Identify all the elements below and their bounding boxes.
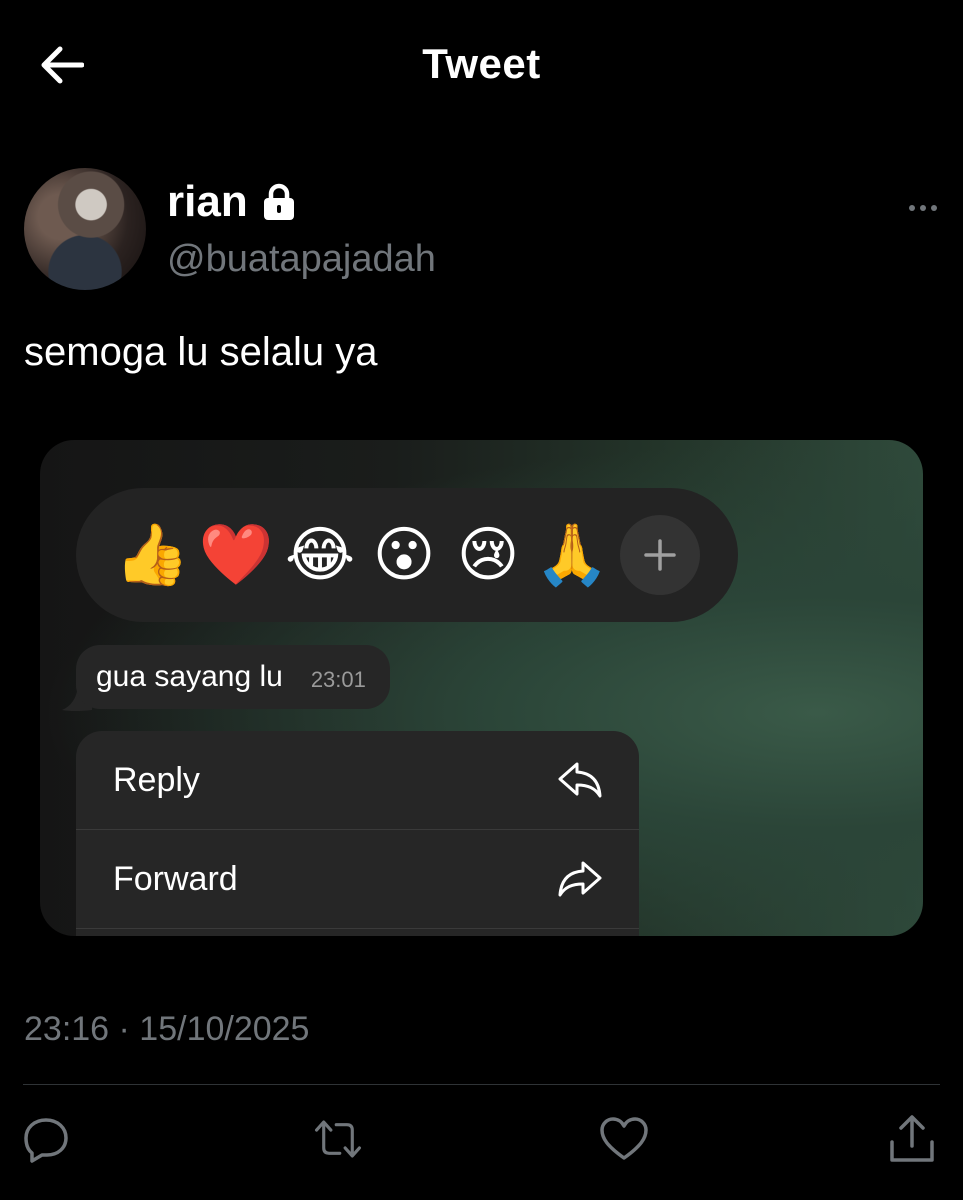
menu-item-label: Reply — [113, 760, 200, 799]
avatar[interactable] — [24, 168, 146, 290]
retweet-icon — [315, 1120, 361, 1158]
reaction-bar: 👍 ❤️ 😂 😮 😢 🙏 — [76, 488, 738, 622]
menu-item-reply[interactable]: Reply — [76, 731, 639, 829]
author-handle[interactable]: @buatapajadah — [167, 238, 436, 281]
author-name-row: rian — [167, 176, 296, 228]
tweet-text: semoga lu selalu ya — [24, 330, 378, 374]
menu-item-label: Forward — [113, 859, 238, 898]
message-bubble[interactable]: gua sayang lu 23:01 — [76, 645, 390, 709]
message-time: 23:01 — [310, 667, 366, 692]
more-horizontal-icon — [909, 205, 915, 211]
context-menu: Reply Forward — [76, 731, 639, 936]
comment-icon — [24, 1118, 68, 1163]
message-text: gua sayang lu — [96, 660, 283, 693]
reaction-surprised[interactable]: 😮 — [362, 513, 446, 597]
reaction-thumbs-up[interactable]: 👍 — [110, 513, 194, 597]
share-icon — [890, 1115, 934, 1162]
menu-item-forward[interactable]: Forward — [76, 830, 639, 928]
reaction-sad[interactable]: 😢 — [446, 513, 530, 597]
retweet-button[interactable] — [313, 1114, 363, 1164]
more-options-button[interactable] — [903, 196, 943, 220]
reaction-laugh[interactable]: 😂 — [278, 513, 362, 597]
menu-divider — [76, 928, 639, 929]
lock-icon — [263, 183, 294, 220]
tweet-timestamp[interactable]: 23:16 · 15/10/2025 — [24, 1010, 309, 1049]
add-reaction-button[interactable] — [620, 515, 700, 595]
heart-icon — [600, 1117, 648, 1160]
reaction-pray[interactable]: 🙏 — [530, 513, 614, 597]
reply-button[interactable] — [21, 1114, 71, 1164]
divider — [23, 1084, 940, 1085]
like-button[interactable] — [599, 1114, 649, 1164]
reaction-heart[interactable]: ❤️ — [194, 513, 278, 597]
author-name[interactable]: rian — [167, 177, 248, 227]
reply-icon — [558, 762, 602, 798]
share-button[interactable] — [887, 1114, 937, 1164]
plus-icon — [644, 539, 676, 571]
forward-icon — [558, 861, 602, 897]
page-title: Tweet — [422, 40, 541, 87]
tweet-media-image[interactable]: 👍 ❤️ 😂 😮 😢 🙏 gua sayang lu 23:01 Reply F… — [40, 440, 923, 936]
